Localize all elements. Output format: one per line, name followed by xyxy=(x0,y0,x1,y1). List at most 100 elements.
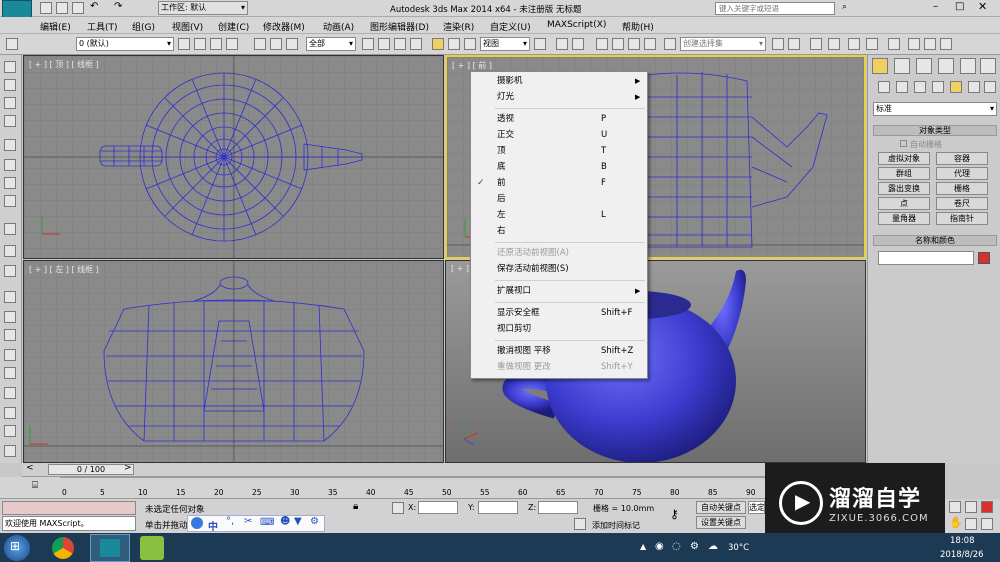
left-tool-icon-9[interactable] xyxy=(4,223,16,235)
render-setup-icon[interactable] xyxy=(908,38,920,50)
layer-explorer-icon[interactable] xyxy=(810,38,822,50)
time-slider-thumb[interactable]: 0 / 100 xyxy=(48,464,134,475)
menu-item-create[interactable]: 创建(C) xyxy=(218,20,249,33)
name-color-rollout[interactable]: 名称和颜色 xyxy=(873,235,997,246)
left-tool-icon-8[interactable] xyxy=(4,195,16,207)
skin-icon[interactable]: ▼ xyxy=(294,516,302,527)
utilities-tab-icon[interactable] xyxy=(980,58,996,74)
motion-tab-icon[interactable] xyxy=(938,58,954,74)
left-tool-icon-5[interactable] xyxy=(4,139,16,151)
search-input[interactable]: 键入关键字或短语 xyxy=(715,2,835,15)
left-tool-icon-1[interactable] xyxy=(4,61,16,73)
compass-button[interactable]: 指南针 xyxy=(936,212,988,225)
object-color-swatch[interactable] xyxy=(978,252,990,264)
material-editor-icon[interactable] xyxy=(888,38,900,50)
menu-item-top[interactable]: 顶T xyxy=(471,144,647,159)
ime-logo-icon[interactable] xyxy=(191,517,203,529)
maxscript-listener-mini[interactable] xyxy=(2,501,136,515)
percent-snap-icon[interactable] xyxy=(628,38,640,50)
schematic-view-icon[interactable] xyxy=(866,38,878,50)
explorer-taskbar-icon[interactable] xyxy=(140,536,164,560)
pivot-center-icon[interactable] xyxy=(534,38,546,50)
modify-tab-icon[interactable] xyxy=(894,58,910,74)
menu-item-bottom[interactable]: 底B xyxy=(471,160,647,175)
display-tab-icon[interactable] xyxy=(960,58,976,74)
menu-item-maxscript[interactable]: MAXScript(X) xyxy=(547,20,606,30)
menu-item-group[interactable]: 组(G) xyxy=(132,20,155,33)
keyboard-icon[interactable]: ⌨ xyxy=(260,517,274,528)
left-tool-icon-17[interactable] xyxy=(4,387,16,399)
minimize-icon[interactable]: – xyxy=(933,1,938,12)
select-manipulate-icon[interactable] xyxy=(556,38,568,50)
layer-manager-icon[interactable] xyxy=(178,38,190,50)
tray-app-icon-2[interactable]: ◌ xyxy=(672,541,681,552)
chrome-taskbar-icon[interactable] xyxy=(52,537,74,559)
search-icon[interactable]: ⌕ xyxy=(842,2,847,12)
viewport-top[interactable]: [ + ] [ 顶 ] [ 线框 ] xyxy=(23,55,444,259)
left-tool-icon-12[interactable] xyxy=(4,291,16,303)
rotate-icon[interactable] xyxy=(448,38,460,50)
left-tool-icon-15[interactable] xyxy=(4,349,16,361)
protractor-button[interactable]: 量角器 xyxy=(878,212,930,225)
create-tab-icon[interactable] xyxy=(872,58,888,74)
z-coord-input[interactable] xyxy=(538,501,578,514)
field-of-view-icon[interactable] xyxy=(965,501,977,513)
bind-space-warp-icon[interactable] xyxy=(286,38,298,50)
x-coord-input[interactable] xyxy=(418,501,458,514)
close-icon[interactable]: ✕ xyxy=(978,0,987,13)
key-icon[interactable]: ⚷ xyxy=(670,507,679,521)
systems-icon[interactable] xyxy=(984,81,996,93)
redo-icon[interactable]: ↷ xyxy=(114,1,122,12)
reference-coord-dropdown[interactable]: 视图 xyxy=(480,37,530,51)
add-time-tag-label[interactable]: 添加时间标记 xyxy=(592,520,640,531)
maximize-icon[interactable]: □ xyxy=(955,1,964,12)
menu-item-orthographic[interactable]: 正交 U xyxy=(471,128,647,143)
container-button[interactable]: 容器 xyxy=(936,152,988,165)
weather-icon[interactable]: ☁ xyxy=(708,541,718,552)
select-by-name-icon[interactable] xyxy=(378,38,390,50)
selection-filter-dropdown[interactable]: 全部 xyxy=(306,37,356,51)
zoom-extents-icon[interactable] xyxy=(949,501,961,513)
menu-item-tools[interactable]: 工具(T) xyxy=(87,20,118,33)
object-type-rollout[interactable]: 对象类型 xyxy=(873,125,997,136)
menu-item-safe-frame[interactable]: 显示安全框 Shift+F xyxy=(471,306,647,321)
select-object-icon[interactable] xyxy=(362,38,374,50)
clock-date[interactable]: 2018/8/26 xyxy=(940,550,984,560)
absolute-mode-icon[interactable] xyxy=(392,502,404,514)
settings-gear-icon[interactable]: ⚙ xyxy=(310,516,319,527)
new-file-icon[interactable] xyxy=(40,2,52,14)
mirror-icon[interactable] xyxy=(772,38,784,50)
window-crossing-icon[interactable] xyxy=(410,38,422,50)
set-key-button[interactable]: 设置关键点 xyxy=(696,516,746,529)
menu-item-left[interactable]: 左L xyxy=(471,208,647,223)
menu-item-help[interactable]: 帮助(H) xyxy=(622,20,654,33)
menu-item-viewport-clipping[interactable]: 视口剪切 xyxy=(471,322,647,337)
left-tool-icon-3[interactable] xyxy=(4,97,16,109)
ime-lang-toggle[interactable]: 中 xyxy=(208,518,218,533)
hierarchy-tab-icon[interactable] xyxy=(916,58,932,74)
lights-icon[interactable] xyxy=(914,81,926,93)
object-name-input[interactable] xyxy=(878,251,974,265)
menu-item-edit[interactable]: 编辑(E) xyxy=(40,20,71,33)
menu-item-undo-view[interactable]: 撤消视图 平移 Shift+Z xyxy=(471,344,647,359)
undo-toolbar-icon[interactable] xyxy=(6,38,18,50)
spinner-snap-icon[interactable] xyxy=(644,38,656,50)
move-icon[interactable] xyxy=(432,38,444,50)
orbit-icon[interactable] xyxy=(965,518,977,530)
align-icon[interactable] xyxy=(788,38,800,50)
prev-frame-icon[interactable]: < xyxy=(26,463,34,473)
menu-item-extended-viewports[interactable]: 扩展视口 ▶ xyxy=(471,284,647,299)
dummy-button[interactable]: 虚拟对象 xyxy=(878,152,930,165)
tape-button[interactable]: 卷尺 xyxy=(936,197,988,210)
lock-selection-icon[interactable]: 🔒︎ xyxy=(353,501,358,512)
add-time-tag-icon[interactable] xyxy=(574,518,586,530)
create-layer-icon[interactable] xyxy=(194,38,206,50)
tray-app-icon-1[interactable]: ◉ xyxy=(655,541,664,552)
viewport-left-label[interactable]: [ + ] [ 左 ] [ 线框 ] xyxy=(29,264,99,275)
helper-category-dropdown[interactable]: 标准 xyxy=(873,102,997,116)
select-layer-icon[interactable] xyxy=(226,38,238,50)
curve-editor-icon[interactable] xyxy=(848,38,860,50)
add-to-layer-icon[interactable] xyxy=(210,38,222,50)
viewport-left[interactable]: [ + ] [ 左 ] [ 线框 ] xyxy=(23,260,444,463)
scale-icon[interactable] xyxy=(464,38,476,50)
